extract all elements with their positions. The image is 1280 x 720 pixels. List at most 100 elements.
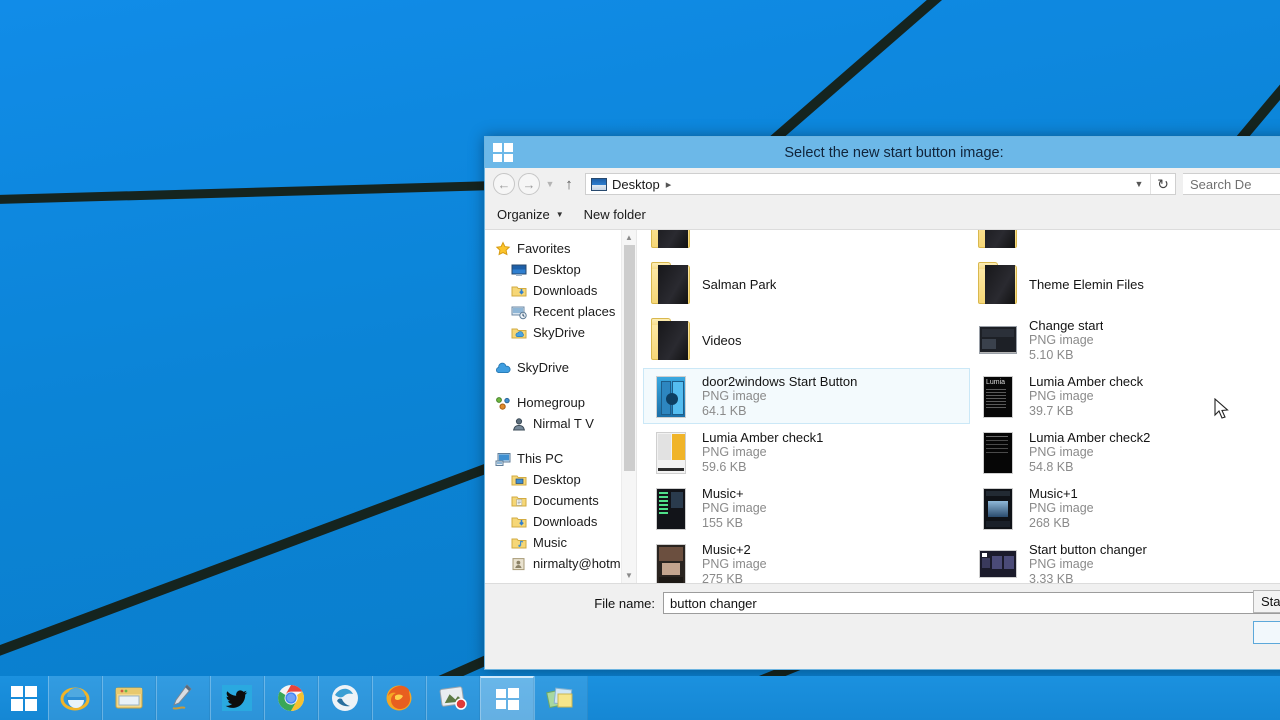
sidebar-item-homegroup[interactable]: Homegroup [495,392,636,413]
contacts-folder-icon [511,556,527,572]
sidebar-item-label: nirmalty@hotma [533,556,628,571]
taskbar-item-chrome[interactable] [264,676,318,720]
file-thumbnail [650,485,692,531]
file-item[interactable]: Theme Elemin Files [970,256,1280,312]
file-name: Music+1 [1029,485,1078,501]
sidebar-item-skydrive[interactable]: SkyDrive [495,357,636,378]
file-thumbnail [650,373,692,419]
file-list-pane[interactable]: Salman Park Theme Elemin Files Videos Chang… [637,230,1280,583]
file-item[interactable] [970,230,1280,256]
file-item[interactable]: Music+2 PNG image 275 KB [643,536,970,583]
sidebar-item-this-pc[interactable]: This PC [495,448,636,469]
filename-input[interactable]: button changer ▼ [663,592,1280,614]
this-pc-icon [495,451,511,467]
forward-arrow-icon[interactable]: → [518,173,540,195]
file-item[interactable]: Lumia Lumia Amber check PNG image 39.7 KB [970,368,1280,424]
file-name: Start button changer [1029,541,1147,557]
up-arrow-icon[interactable]: ↑ [560,176,578,193]
search-input[interactable]: Search De [1183,173,1280,195]
desktop-icon [591,177,607,191]
file-type: PNG image [1029,444,1094,459]
twitter-icon [221,682,253,714]
taskbar-item-firefox[interactable] [372,676,426,720]
taskbar-item-pen-tool[interactable] [156,676,210,720]
file-name: Music+ [702,485,744,501]
sidebar-item-nirmal-t-v[interactable]: Nirmal T V [495,413,636,434]
file-item[interactable] [643,230,970,256]
sidebar-item-label: Music [533,535,567,550]
file-meta: Lumia Amber check PNG image 39.7 KB [1029,374,1143,419]
file-item[interactable]: Music+1 PNG image 268 KB [970,480,1280,536]
navigation-tree: Favorites Desktop Downloads Recent places Sk… [485,230,636,574]
taskbar-item-sticky-notes[interactable] [534,676,588,720]
sidebar-item-label: Downloads [533,283,598,298]
wallpaper-stripe [1225,0,1280,157]
file-item[interactable]: Change start PNG image 5.10 KB [970,312,1280,368]
file-meta: Lumia Amber check2 PNG image 54.8 KB [1029,430,1150,475]
file-thumbnail [650,541,692,583]
file-meta: Music+2 PNG image 275 KB [702,542,767,584]
file-name: Theme Elemin Files [1029,276,1144,292]
breadcrumb[interactable]: Desktop ▸ ▼ ↻ [585,173,1176,195]
taskbar-item-file-explorer[interactable] [102,676,156,720]
taskbar-item-internet-explorer[interactable] [48,676,102,720]
taskbar-item-thunderbird[interactable] [318,676,372,720]
file-item[interactable]: Lumia Amber check2 PNG image 54.8 KB [970,424,1280,480]
breadcrumb-separator[interactable]: ▸ [666,178,672,191]
chevron-down-icon[interactable]: ▼ [1129,174,1149,194]
file-thumbnail [650,261,692,307]
chevron-down-icon[interactable]: ▼ [543,179,557,189]
sidebar-item-recent-places[interactable]: Recent places [495,301,636,322]
refresh-icon[interactable]: ↻ [1150,174,1175,194]
pen-tool-icon [167,682,199,714]
scroll-up-icon[interactable]: ▲ [622,230,636,245]
taskbar-item-windows-app[interactable] [480,676,534,720]
sidebar-item-desktop[interactable]: Desktop [495,259,636,280]
file-item[interactable]: Start button changer PNG image 3.33 KB [970,536,1280,583]
sidebar-item-desktop[interactable]: Desktop [495,469,636,490]
navigation-scrollbar[interactable]: ▲ ▼ [621,230,636,583]
new-folder-button[interactable]: New folder [584,207,646,222]
dialog-title-bar[interactable]: Select the new start button image: [485,137,1280,168]
start-button[interactable] [0,676,48,720]
sidebar-item-label: SkyDrive [533,325,586,340]
sidebar-item-favorites[interactable]: Favorites [495,238,636,259]
arrow-cursor-icon [1214,398,1229,419]
desktop-icon [511,262,527,278]
file-item[interactable]: Salman Park [643,256,970,312]
sidebar-item-skydrive[interactable]: SkyDrive [495,322,636,343]
organize-button[interactable]: Organize ▼ [497,207,564,222]
scroll-down-icon[interactable]: ▼ [622,568,636,583]
file-meta: Start button changer PNG image 3.33 KB [1029,542,1147,584]
sidebar-item-documents[interactable]: Documents [495,490,636,511]
file-type: PNG image [1029,500,1094,515]
sidebar-item-music[interactable]: Music [495,532,636,553]
taskbar-items [48,676,588,720]
downloads-folder-icon [511,283,527,299]
file-item[interactable]: Music+ PNG image 155 KB [643,480,970,536]
scrollbar-thumb[interactable] [624,245,635,471]
file-meta: Lumia Amber check1 PNG image 59.6 KB [702,430,823,475]
sidebar-item-downloads[interactable]: Downloads [495,511,636,532]
file-item[interactable]: Lumia Amber check1 PNG image 59.6 KB [643,424,970,480]
file-meta: Change start PNG image 5.10 KB [1029,318,1103,363]
filter-button[interactable]: Start Butt [1253,590,1280,613]
sidebar-item-downloads[interactable]: Downloads [495,280,636,301]
back-arrow-icon[interactable]: ← [493,173,515,195]
file-name: door2windows Start Button [702,373,858,389]
file-size: 268 KB [1029,515,1071,530]
dialog-footer: File name: button changer ▼ Start Butt O… [485,583,1280,669]
file-name: Change start [1029,317,1104,333]
screenshot-tool-icon [437,682,469,714]
open-button[interactable]: Ope [1253,621,1280,644]
breadcrumb-desktop[interactable]: Desktop [612,177,660,192]
file-item[interactable]: door2windows Start Button PNG image 64.1 K… [643,368,970,424]
file-size: 5.10 KB [1029,347,1074,362]
nav-group-spacer [495,378,636,392]
taskbar-item-screenshot-tool[interactable] [426,676,480,720]
file-type: PNG image [702,556,767,571]
sidebar-item-nirmalty-hotma[interactable]: nirmalty@hotma [495,553,636,574]
taskbar-item-twitter[interactable] [210,676,264,720]
sidebar-item-label: Nirmal T V [533,416,594,431]
file-item[interactable]: Videos [643,312,970,368]
